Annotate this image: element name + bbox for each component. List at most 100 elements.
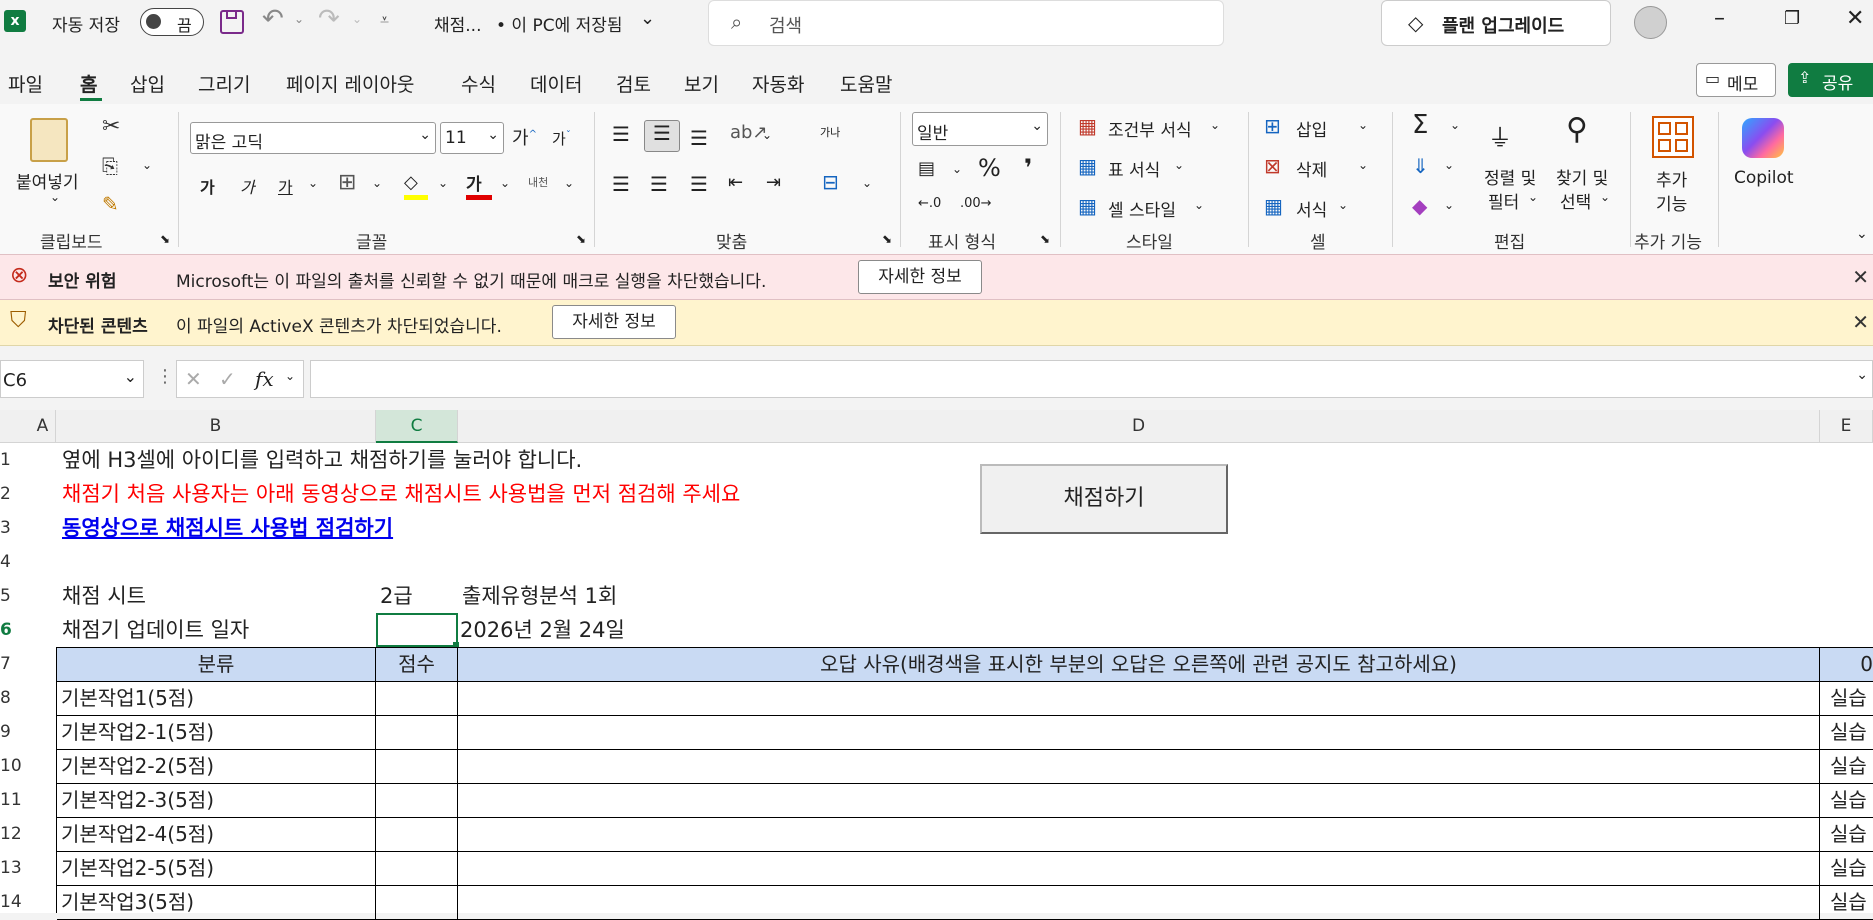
accounting-dropdown-icon[interactable]: ⌄	[952, 162, 962, 176]
more-options-icon[interactable]: ⋮	[156, 366, 174, 387]
selected-cell-c6[interactable]	[376, 613, 458, 647]
close-icon[interactable]: ✕	[1852, 265, 1869, 289]
score-cell[interactable]	[376, 750, 458, 784]
practice-cell[interactable]: 실습	[1820, 716, 1873, 750]
restore-icon[interactable]: ❐	[1784, 8, 1800, 29]
tab-review[interactable]: 검토	[616, 70, 651, 97]
row-header[interactable]: 8	[0, 681, 56, 715]
tab-home[interactable]: 홈	[80, 70, 97, 97]
align-middle-icon[interactable]: ☰	[644, 120, 680, 152]
activex-details-button[interactable]: 자세한 정보	[552, 305, 676, 339]
tutorial-video-link[interactable]: 동영상으로 채점시트 사용법 점검하기	[62, 511, 393, 545]
format-cells-icon[interactable]: ▦	[1264, 194, 1283, 218]
table-format-icon[interactable]: ▦	[1078, 154, 1097, 178]
align-bottom-icon[interactable]: ☰	[690, 126, 708, 150]
clipboard-launcher-icon[interactable]: ⬊	[160, 232, 170, 246]
save-icon[interactable]	[220, 10, 244, 34]
autosum-dropdown-icon[interactable]: ⌄	[1450, 118, 1460, 132]
copy-dropdown-icon[interactable]: ⌄	[142, 158, 152, 172]
font-launcher-icon[interactable]: ⬊	[576, 232, 586, 246]
wrap-text-button[interactable]: 가나	[820, 124, 840, 140]
practice-cell[interactable]: 실습	[1820, 852, 1873, 886]
table-format-button[interactable]: 표 서식	[1108, 156, 1160, 181]
number-launcher-icon[interactable]: ⬊	[1040, 232, 1050, 246]
header-e[interactable]: 0	[1820, 648, 1873, 682]
column-header-d[interactable]: D	[458, 410, 1820, 443]
row-header[interactable]: 10	[0, 749, 56, 783]
find-select-line2[interactable]: 선택	[1560, 188, 1591, 213]
row-header[interactable]: 7	[0, 647, 56, 681]
decrease-indent-icon[interactable]: ⇤	[728, 172, 743, 193]
fill-dropdown-icon[interactable]: ⌄	[1444, 158, 1454, 172]
delete-dropdown-icon[interactable]: ⌄	[1358, 158, 1368, 172]
tab-data[interactable]: 데이터	[530, 70, 582, 97]
merge-dropdown-icon[interactable]: ⌄	[862, 176, 872, 190]
header-score[interactable]: 점수	[376, 648, 458, 682]
ribbon-collapse-icon[interactable]: ⌄	[1856, 226, 1868, 242]
row-header[interactable]: 4	[0, 545, 56, 579]
delete-cells-icon[interactable]: ⊠	[1264, 154, 1281, 178]
column-header-e[interactable]: E	[1820, 410, 1873, 443]
expand-formula-icon[interactable]: ⌄	[1856, 367, 1868, 383]
cut-icon[interactable]: ✂	[102, 114, 120, 139]
row-header[interactable]: 6	[0, 613, 56, 647]
decrease-font-icon[interactable]: 가ˇ	[552, 128, 571, 149]
cell-style-button[interactable]: 셀 스타일	[1108, 196, 1176, 221]
score-cell[interactable]	[376, 886, 458, 920]
italic-button[interactable]: 가	[240, 174, 255, 198]
paste-icon[interactable]	[30, 118, 68, 162]
practice-cell[interactable]: 실습	[1820, 682, 1873, 716]
increase-font-icon[interactable]: 가^	[512, 124, 537, 150]
copilot-icon[interactable]	[1742, 118, 1784, 158]
orientation-dropdown-icon[interactable]: ⌄	[762, 128, 772, 142]
save-state-chevron-icon[interactable]: ⌄	[640, 8, 655, 29]
row-header[interactable]: 14	[0, 885, 56, 919]
fx-dropdown-icon[interactable]: ⌄	[285, 369, 295, 383]
copilot-label[interactable]: Copilot	[1734, 168, 1794, 188]
insert-dropdown-icon[interactable]: ⌄	[1358, 118, 1368, 132]
category-cell[interactable]: 기본작업2-3(5점)	[57, 784, 376, 818]
practice-cell[interactable]: 실습	[1820, 886, 1873, 920]
redo-icon[interactable]: ↷	[318, 4, 340, 34]
practice-cell[interactable]: 실습	[1820, 750, 1873, 784]
grade-button[interactable]: 채점하기	[980, 464, 1228, 534]
reason-cell[interactable]	[458, 818, 1820, 852]
accounting-icon[interactable]: ▤	[918, 158, 935, 179]
addins-line1[interactable]: 추가	[1656, 166, 1687, 191]
practice-cell[interactable]: 실습	[1820, 818, 1873, 852]
comma-icon[interactable]: ❜	[1024, 154, 1032, 182]
underline-dropdown-icon[interactable]: ⌄	[308, 176, 318, 190]
reason-cell[interactable]	[458, 852, 1820, 886]
account-avatar[interactable]	[1634, 6, 1667, 39]
score-cell[interactable]	[376, 716, 458, 750]
table-format-dropdown-icon[interactable]: ⌄	[1174, 158, 1184, 172]
addins-icon[interactable]	[1652, 116, 1694, 158]
row-header[interactable]: 3	[0, 511, 56, 545]
formula-input[interactable]: ⌄	[310, 360, 1873, 398]
alignment-launcher-icon[interactable]: ⬊	[882, 232, 892, 246]
fill-dropdown-icon[interactable]: ⌄	[438, 176, 448, 190]
save-state[interactable]: • 이 PC에 저장됨	[496, 11, 623, 36]
border-dropdown-icon[interactable]: ⌄	[372, 176, 382, 190]
delete-cells-button[interactable]: 삭제	[1296, 156, 1327, 181]
sort-dropdown-icon[interactable]: ⌄	[1528, 190, 1538, 204]
format-painter-icon[interactable]: ✎	[102, 192, 119, 216]
merge-center-icon[interactable]: ⊟	[822, 170, 839, 194]
column-header-b[interactable]: B	[56, 410, 376, 443]
tab-insert[interactable]: 삽입	[130, 70, 165, 97]
column-header-a[interactable]: A	[30, 410, 56, 443]
undo-icon[interactable]: ↶	[262, 4, 284, 34]
score-cell[interactable]	[376, 784, 458, 818]
category-cell[interactable]: 기본작업3(5점)	[57, 886, 376, 920]
fill-down-icon[interactable]: ⇓	[1412, 154, 1429, 178]
minimize-icon[interactable]: –	[1714, 6, 1725, 31]
undo-dropdown-icon[interactable]: ⌄	[294, 12, 304, 26]
phonetic-dropdown-icon[interactable]: ⌄	[564, 176, 574, 190]
reason-cell[interactable]	[458, 750, 1820, 784]
increase-indent-icon[interactable]: ⇥	[766, 172, 781, 193]
percent-icon[interactable]: %	[978, 154, 1001, 182]
reason-cell[interactable]	[458, 716, 1820, 750]
paste-dropdown-icon[interactable]: ⌄	[50, 190, 60, 204]
memo-button[interactable]: ▭ 메모	[1696, 63, 1776, 97]
close-window-icon[interactable]: ✕	[1846, 6, 1864, 31]
